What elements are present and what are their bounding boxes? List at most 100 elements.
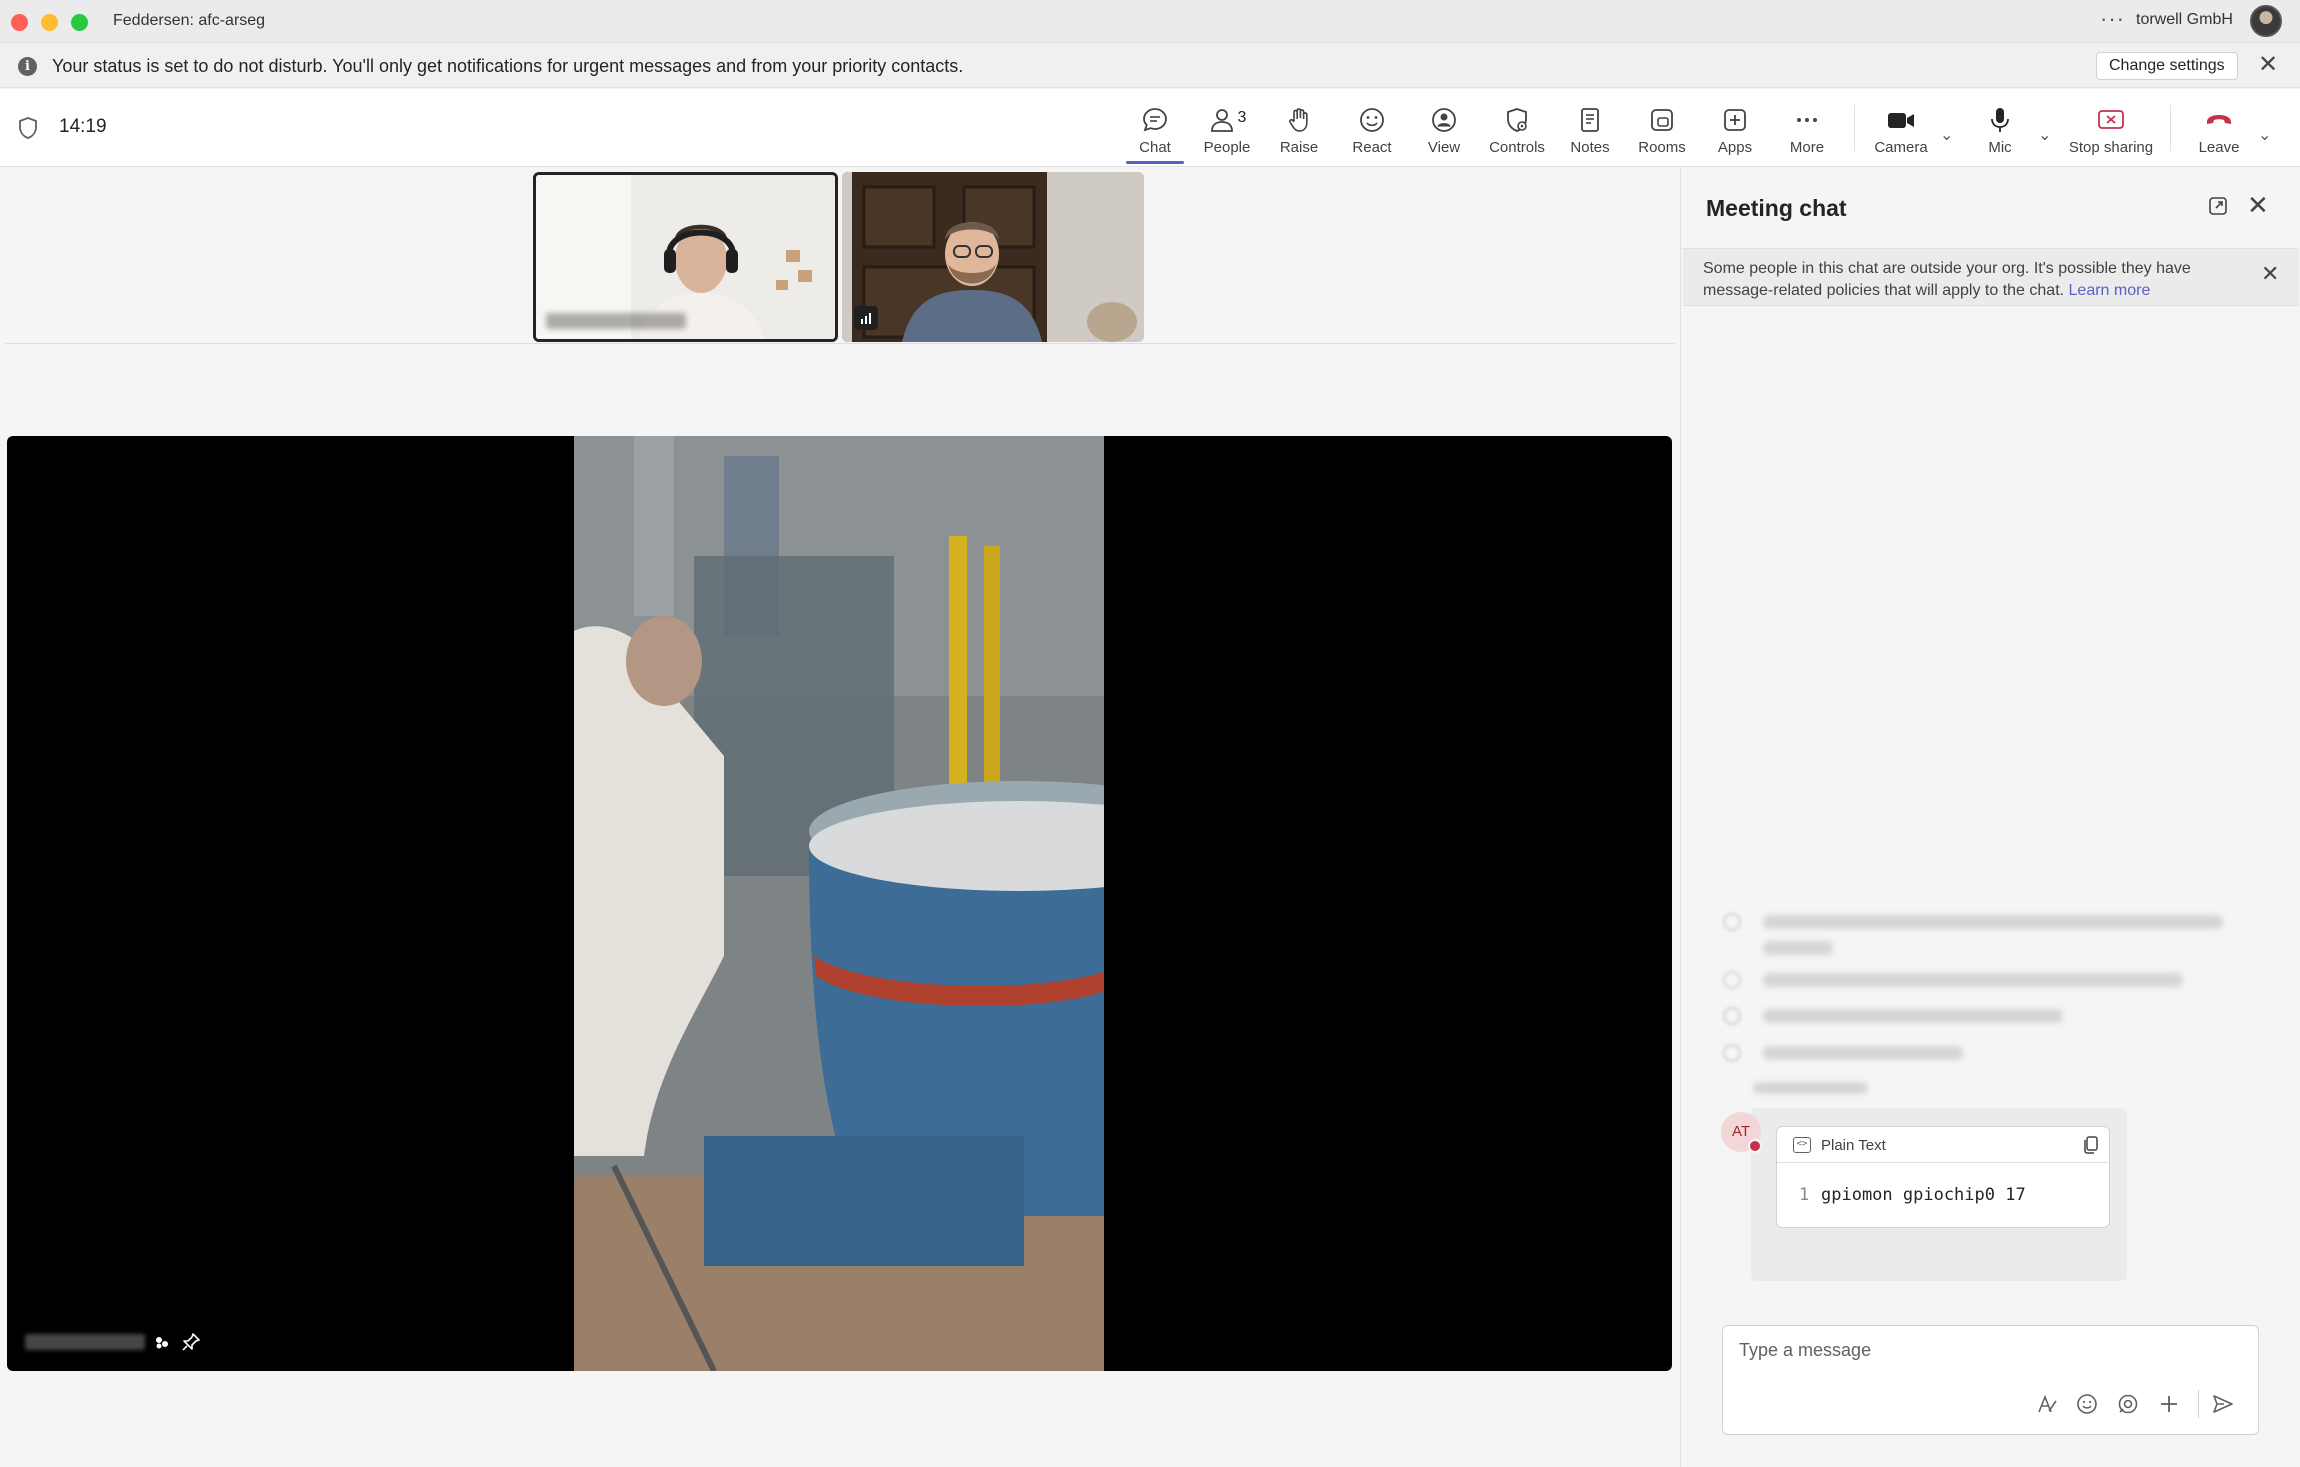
chat-label: Chat bbox=[1139, 139, 1171, 156]
system-message-blurred bbox=[1763, 941, 1833, 955]
notice-close-icon[interactable]: ✕ bbox=[2261, 261, 2279, 287]
shield-icon[interactable] bbox=[18, 117, 38, 139]
rooms-button[interactable]: Rooms bbox=[1627, 103, 1697, 156]
stop-sharing-label: Stop sharing bbox=[2068, 139, 2154, 156]
info-icon: i bbox=[18, 57, 37, 76]
people-count: 3 bbox=[1237, 109, 1247, 126]
composer-divider bbox=[2198, 1390, 2199, 1418]
system-message-icon-blurred bbox=[1723, 1007, 1741, 1025]
external-org-notice: Some people in this chat are outside you… bbox=[1683, 248, 2299, 306]
stop-sharing-button[interactable]: Stop sharing bbox=[2063, 103, 2159, 156]
camera-label: Camera bbox=[1874, 139, 1928, 156]
pop-out-icon[interactable] bbox=[2208, 196, 2228, 216]
view-button[interactable]: View bbox=[1409, 103, 1479, 156]
message-input[interactable] bbox=[1739, 1340, 2219, 1361]
busy-status-dot bbox=[1748, 1139, 1762, 1153]
mic-button[interactable]: Mic bbox=[1965, 103, 2035, 156]
system-message-blurred bbox=[1763, 1046, 1963, 1060]
audio-indicator-icon bbox=[854, 306, 878, 330]
camera-button[interactable]: Camera bbox=[1866, 103, 1936, 156]
loop-component-icon[interactable] bbox=[2116, 1392, 2140, 1416]
send-icon[interactable] bbox=[2211, 1392, 2235, 1416]
emoji-icon[interactable] bbox=[2075, 1392, 2099, 1416]
chat-panel-title: Meeting chat bbox=[1706, 195, 1847, 221]
chat-button[interactable]: Chat bbox=[1120, 103, 1190, 156]
rooms-label: Rooms bbox=[1638, 139, 1686, 156]
rooms-icon bbox=[1651, 109, 1673, 131]
format-icon[interactable] bbox=[2035, 1392, 2059, 1416]
leave-label: Leave bbox=[2198, 139, 2240, 156]
window-title: Feddersen: afc-arseg bbox=[113, 12, 266, 29]
participant-video-tile[interactable] bbox=[842, 172, 1144, 342]
emoji-icon bbox=[1360, 108, 1384, 132]
toolbar-divider bbox=[1854, 105, 1855, 151]
chat-active-indicator bbox=[1126, 161, 1184, 164]
code-snippet-card[interactable]: <> Plain Text 1 gpiomon gpiochip0 17 bbox=[1776, 1126, 2110, 1228]
react-button[interactable]: React bbox=[1337, 103, 1407, 156]
code-language-label: Plain Text bbox=[1821, 1137, 1886, 1154]
message-sender-blurred bbox=[1753, 1082, 1868, 1094]
system-message-icon-blurred bbox=[1723, 971, 1741, 989]
shared-video-feed bbox=[574, 436, 1104, 1371]
presenter-name-label-blurred bbox=[25, 1334, 145, 1350]
chat-icon bbox=[1143, 108, 1167, 132]
react-label: React bbox=[1352, 139, 1392, 156]
notes-icon bbox=[1581, 108, 1599, 132]
hand-icon bbox=[1289, 108, 1308, 132]
controls-button[interactable]: Controls bbox=[1482, 103, 1552, 156]
view-icon bbox=[1432, 108, 1456, 132]
learn-more-link[interactable]: Learn more bbox=[2069, 282, 2151, 299]
external-org-notice-text: Some people in this chat are outside you… bbox=[1703, 260, 2191, 299]
apps-button[interactable]: Apps bbox=[1700, 103, 1770, 156]
camera-options-chevron-icon[interactable]: ⌄ bbox=[1940, 125, 1953, 145]
participant-video-feed bbox=[842, 172, 1144, 342]
message-composer[interactable] bbox=[1722, 1325, 2259, 1435]
participant-video-tile[interactable] bbox=[533, 172, 838, 342]
title-bar: Feddersen: afc-arseg ··· torwell GmbH bbox=[0, 0, 2300, 43]
mic-options-chevron-icon[interactable]: ⌄ bbox=[2038, 125, 2051, 145]
leave-button[interactable]: Leave bbox=[2184, 103, 2254, 156]
pin-icon[interactable] bbox=[181, 1332, 201, 1352]
more-options-icon[interactable]: ··· bbox=[2100, 6, 2125, 32]
org-name[interactable]: torwell GmbH bbox=[2136, 11, 2233, 29]
presenter-icon bbox=[156, 1337, 168, 1349]
shared-video-stage[interactable] bbox=[7, 436, 1672, 1371]
code-line-number: 1 bbox=[1799, 1185, 1810, 1205]
change-settings-button[interactable]: Change settings bbox=[2096, 52, 2238, 80]
add-icon[interactable] bbox=[2157, 1392, 2181, 1416]
maximize-window-button[interactable] bbox=[71, 14, 88, 31]
meeting-chat-panel: Meeting chat ✕ Some people in this chat … bbox=[1680, 168, 2300, 1467]
add-app-icon bbox=[1724, 109, 1746, 131]
microphone-icon bbox=[1991, 108, 2009, 132]
close-window-button[interactable] bbox=[11, 14, 28, 31]
notes-button[interactable]: Notes bbox=[1555, 103, 1625, 156]
people-label: People bbox=[1203, 139, 1251, 156]
stage-divider bbox=[5, 343, 1675, 344]
system-message-icon-blurred bbox=[1723, 1044, 1741, 1062]
toolbar-divider bbox=[2170, 105, 2171, 151]
controls-label: Controls bbox=[1489, 139, 1545, 156]
minimize-window-button[interactable] bbox=[41, 14, 58, 31]
user-avatar[interactable] bbox=[2250, 5, 2282, 37]
more-label: More bbox=[1789, 139, 1825, 156]
view-label: View bbox=[1427, 139, 1461, 156]
code-snippet-header: <> Plain Text bbox=[1777, 1127, 2109, 1163]
more-icon bbox=[1797, 118, 1817, 122]
chat-close-icon[interactable]: ✕ bbox=[2247, 190, 2269, 221]
people-icon bbox=[1210, 109, 1233, 132]
system-message-blurred bbox=[1763, 1009, 2063, 1023]
meeting-toolbar: 14:19 Chat 3 People Raise React View Con… bbox=[0, 89, 2300, 167]
leave-options-chevron-icon[interactable]: ⌄ bbox=[2258, 125, 2271, 145]
raise-label: Raise bbox=[1279, 139, 1319, 156]
copy-icon[interactable] bbox=[2083, 1136, 2098, 1154]
more-button[interactable]: More bbox=[1772, 103, 1842, 156]
system-message-blurred bbox=[1763, 973, 2183, 987]
stop-share-icon bbox=[2098, 110, 2124, 129]
mic-label: Mic bbox=[1988, 139, 2012, 156]
code-icon: <> bbox=[1793, 1137, 1811, 1153]
people-button[interactable]: 3 People bbox=[1192, 103, 1262, 156]
banner-close-icon[interactable]: ✕ bbox=[2258, 52, 2278, 78]
meeting-timer: 14:19 bbox=[59, 116, 107, 137]
raise-hand-button[interactable]: Raise bbox=[1264, 103, 1334, 156]
dnd-banner-text: Your status is set to do not disturb. Yo… bbox=[52, 56, 964, 76]
